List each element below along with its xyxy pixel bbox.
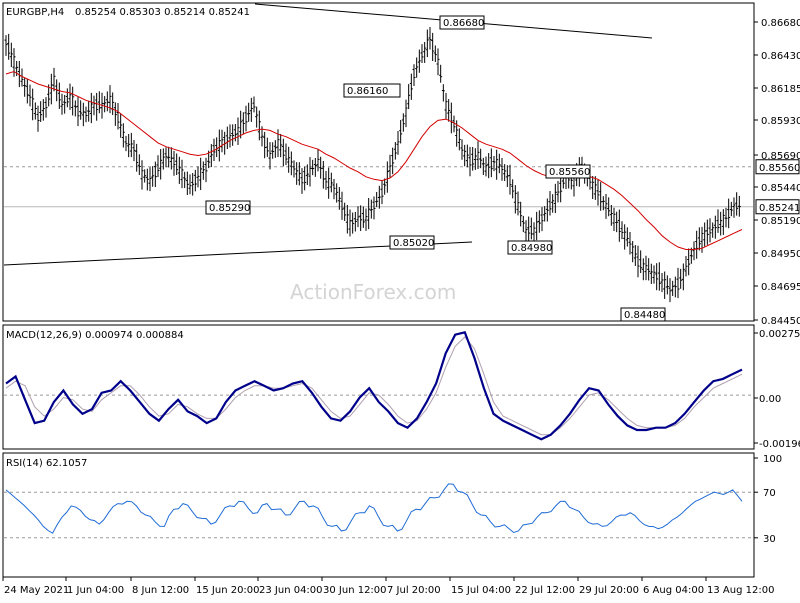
price-tick-label: 0.84695: [761, 282, 800, 293]
time-axis: 24 May 20211 Jun 04:00 8 Jun 12:00 15 Jun …: [2, 577, 774, 596]
time-tick-label: 29 Jul 20:00: [579, 585, 639, 596]
price-panel-border: [2, 2, 755, 322]
annotation-label: 0.85290: [209, 203, 250, 214]
macd-title: MACD(12,26,9) 0.000974 0.000884: [6, 330, 184, 341]
macd-tick-label: 0.00: [759, 394, 781, 405]
rsi-tick-label: 70: [763, 488, 776, 499]
price-tick-label: 0.86430: [761, 51, 800, 62]
macd-panel: [4, 330, 753, 441]
price-tick-label: 0.86185: [761, 84, 800, 95]
time-tick-label: 1 Jun 04:00: [67, 585, 124, 596]
macd-axis: 0.002755 0.00 -0.001968: [754, 329, 800, 450]
price-axis: 0.866800.864300.861850.859300.856900.854…: [754, 18, 800, 327]
time-tick-label: 6 Aug 04:00: [643, 585, 704, 596]
moving-average-line: [5, 70, 743, 250]
level-flag-label: 0.85560: [759, 163, 800, 174]
current-price-flag-label: 0.85241: [759, 203, 800, 214]
chart-window: ActionForex.com 0.86680 0.86430 0.86185 0.8…: [0, 0, 800, 600]
time-tick-label: 22 Jul 12:00: [515, 585, 575, 596]
time-tick-label: 15 Jul 04:00: [451, 585, 511, 596]
rsi-tick-label: 100: [763, 454, 782, 465]
annotation-label: 0.86160: [347, 86, 388, 97]
rsi-title: RSI(14) 62.1057: [6, 458, 87, 469]
price-tick-label: 0.85930: [761, 116, 800, 127]
rsi-tick-label: 30: [763, 534, 776, 545]
price-panel: [3, 3, 753, 303]
time-tick-label: 24 May 2021: [4, 585, 69, 596]
annotation-label: 0.84980: [511, 243, 552, 254]
price-tick-label: 0.86680: [761, 18, 800, 29]
price-header-symbol: EURGBP,H4: [6, 7, 64, 18]
annotation-label: 0.85020: [393, 238, 434, 249]
rsi-axis: 100 70 30: [754, 454, 782, 545]
watermark: ActionForex.com: [290, 280, 456, 304]
time-tick-label: 13 Aug 12:00: [707, 585, 774, 596]
rsi-line: [5, 483, 743, 534]
price-tick-label: 0.84950: [761, 249, 800, 260]
time-tick-label: 8 Jun 12:00: [132, 585, 189, 596]
price-tick-label: 0.85440: [761, 183, 800, 194]
annotation-label: 0.85560: [549, 167, 590, 178]
time-tick-label: 30 Jun 12:00: [323, 585, 387, 596]
macd-tick-label: 0.002755: [759, 329, 800, 340]
macd-tick-label: -0.001968: [759, 439, 800, 450]
rsi-panel: [4, 483, 753, 539]
price-tick-label: 0.85190: [761, 216, 800, 227]
price-tick-label: 0.84450: [761, 316, 800, 327]
chart-canvas: ActionForex.com 0.86680 0.86430 0.86185 0.8…: [2, 2, 800, 596]
annotation-label: 0.84480: [624, 310, 665, 321]
rsi-panel-border: [2, 452, 755, 578]
time-tick-label: 7 Jul 20:00: [387, 585, 441, 596]
price-header-ohlc: 0.85254 0.85303 0.85214 0.85241: [75, 7, 250, 18]
time-tick-label: 23 Jun 04:00: [259, 585, 323, 596]
macd-line: [5, 330, 743, 441]
time-tick-label: 15 Jun 20:00: [196, 585, 260, 596]
annotation-label: 0.86680: [443, 18, 484, 29]
